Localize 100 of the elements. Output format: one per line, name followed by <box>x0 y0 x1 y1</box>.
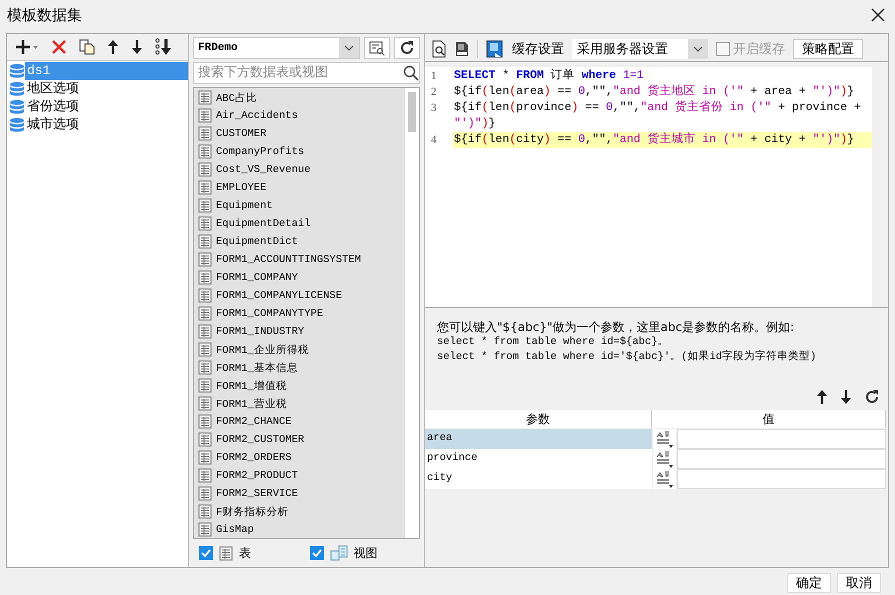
table-item[interactable]: FORM2_ORDERS <box>216 452 292 464</box>
table-item[interactable]: FORM1_增值税 <box>216 378 287 393</box>
copy-icon[interactable] <box>79 39 95 55</box>
table-icon <box>198 144 212 160</box>
sql-editor[interactable] <box>425 67 888 308</box>
dropdown-caret-icon[interactable] <box>344 44 354 52</box>
table-item[interactable]: FORM2_CHANCE <box>216 416 292 428</box>
hint-text: 您可以键入"${abc}"做为一个参数，这里abc是参数的名称。例如: select * from table where id=${abc}。 select * from table where id='${abc}'。(如果id字段为字符串类型) <box>436 319 818 365</box>
table-item[interactable]: FORM1_INDUSTRY <box>216 326 304 338</box>
table-icon <box>198 216 212 232</box>
value-field[interactable] <box>677 469 886 489</box>
filter-label: 视图 <box>354 544 378 562</box>
table-icon <box>198 414 212 430</box>
filter-label: 表 <box>239 544 251 562</box>
table-item[interactable]: ABC占比 <box>216 90 257 105</box>
table-icon <box>198 486 212 502</box>
table-icon <box>198 360 212 376</box>
connection-dropdown[interactable]: FRDemo <box>193 37 360 59</box>
table-icon <box>198 396 212 412</box>
dialog-button[interactable]: 确定 <box>787 573 831 593</box>
table-item[interactable]: Cost_VS_Revenue <box>216 164 311 176</box>
scrollbar[interactable] <box>404 88 419 538</box>
table-icon <box>198 432 212 448</box>
table-icon <box>198 108 212 124</box>
checkbox[interactable] <box>310 546 324 560</box>
table-icon <box>198 306 212 322</box>
table-item[interactable]: FORM2_SERVICE <box>216 488 298 500</box>
table-icon <box>219 546 233 561</box>
delete-icon[interactable] <box>51 39 67 55</box>
table-item[interactable]: CUSTOMER <box>216 128 266 140</box>
preview-icon[interactable] <box>431 40 447 58</box>
refresh-icon[interactable] <box>399 40 415 56</box>
dropdown-caret-icon[interactable] <box>693 45 703 53</box>
cache-icon[interactable] <box>486 40 504 58</box>
search-icon[interactable] <box>403 64 419 81</box>
line-number: 1 <box>430 69 438 84</box>
table-item[interactable]: FORM1_营业税 <box>216 396 287 411</box>
parameter-name[interactable]: area <box>425 429 652 449</box>
move-up-icon[interactable] <box>107 39 119 55</box>
window-title: 模板数据集 <box>7 6 82 24</box>
browse-button[interactable] <box>364 37 390 59</box>
dataset-item[interactable]: 省份选项 <box>25 98 81 116</box>
dataset-item[interactable]: 城市选项 <box>25 116 81 134</box>
table-item[interactable]: EquipmentDetail <box>216 218 311 230</box>
table-icon <box>198 162 212 178</box>
table-item[interactable]: FORM2_PRODUCT <box>216 470 298 482</box>
cache-dropdown[interactable]: 采用服务器设置 <box>572 39 708 59</box>
table-item[interactable]: FORM1_COMPANYLICENSE <box>216 290 342 302</box>
column-header: 值 <box>652 410 886 428</box>
type-icon[interactable] <box>654 429 674 449</box>
checkbox[interactable] <box>199 546 213 560</box>
add-icon[interactable] <box>15 39 39 55</box>
table-icon <box>198 378 212 394</box>
table-item[interactable]: FORM1_ACCOUNTTINGSYSTEM <box>216 254 361 266</box>
refresh-button[interactable] <box>394 37 420 59</box>
table-item[interactable]: FORM1_企业所得税 <box>216 342 309 357</box>
dataset-item[interactable]: 地区选项 <box>25 80 81 98</box>
table-item[interactable]: EMPLOYEE <box>216 182 266 194</box>
dialog-button[interactable]: 取消 <box>837 573 881 593</box>
table-icon <box>198 180 212 196</box>
code-line: ${if(len(area) == 0,"","and 货主地区 in ('" + area + "')")} <box>453 84 856 100</box>
value-field[interactable] <box>677 449 886 469</box>
table-icon <box>198 342 212 358</box>
type-icon[interactable] <box>654 469 674 489</box>
table-item[interactable]: F财务指标分析 <box>216 504 288 519</box>
cache-label: 缓存设置 <box>512 41 564 58</box>
browse-icon[interactable] <box>369 40 385 56</box>
view-icon <box>330 545 348 562</box>
parameter-name[interactable]: city <box>425 469 652 489</box>
value-field[interactable] <box>677 429 886 449</box>
scrollbar[interactable] <box>872 67 888 307</box>
move-down-icon[interactable] <box>131 39 143 55</box>
table-icon <box>198 288 212 304</box>
table-icon <box>198 90 212 106</box>
table-item[interactable]: Air_Accidents <box>216 110 298 122</box>
table-item[interactable]: FORM2_CUSTOMER <box>216 434 304 446</box>
table-item[interactable]: FORM1_COMPANYTYPE <box>216 308 324 320</box>
table-item[interactable]: GisMap <box>216 524 254 536</box>
table-icon <box>198 324 212 340</box>
code-line: SELECT * FROM 订单 where 1=1 <box>453 68 645 84</box>
table-item[interactable]: EquipmentDict <box>216 236 298 248</box>
table-icon <box>198 198 212 214</box>
sort-icon[interactable] <box>155 38 173 56</box>
checkbox-label: 开启缓存 <box>733 41 785 58</box>
strategy-button[interactable]: 策略配置 <box>793 39 863 59</box>
table-item[interactable]: FORM1_基本信息 <box>216 360 298 375</box>
sql-file-icon[interactable] <box>455 41 469 57</box>
search-field[interactable]: 搜索下方数据表或视图 <box>193 62 420 84</box>
database-icon <box>9 63 25 79</box>
line-number: 4 <box>430 133 438 148</box>
type-icon[interactable] <box>654 449 674 469</box>
table-icon <box>198 450 212 466</box>
database-icon <box>9 117 25 133</box>
table-item[interactable]: FORM1_COMPANY <box>216 272 298 284</box>
parameter-name[interactable]: province <box>425 449 652 469</box>
table-item[interactable]: CompanyProfits <box>216 146 304 158</box>
table-item[interactable]: Equipment <box>216 200 273 212</box>
close-icon[interactable] <box>869 6 887 24</box>
database-icon <box>9 99 25 115</box>
table-icon <box>198 126 212 142</box>
